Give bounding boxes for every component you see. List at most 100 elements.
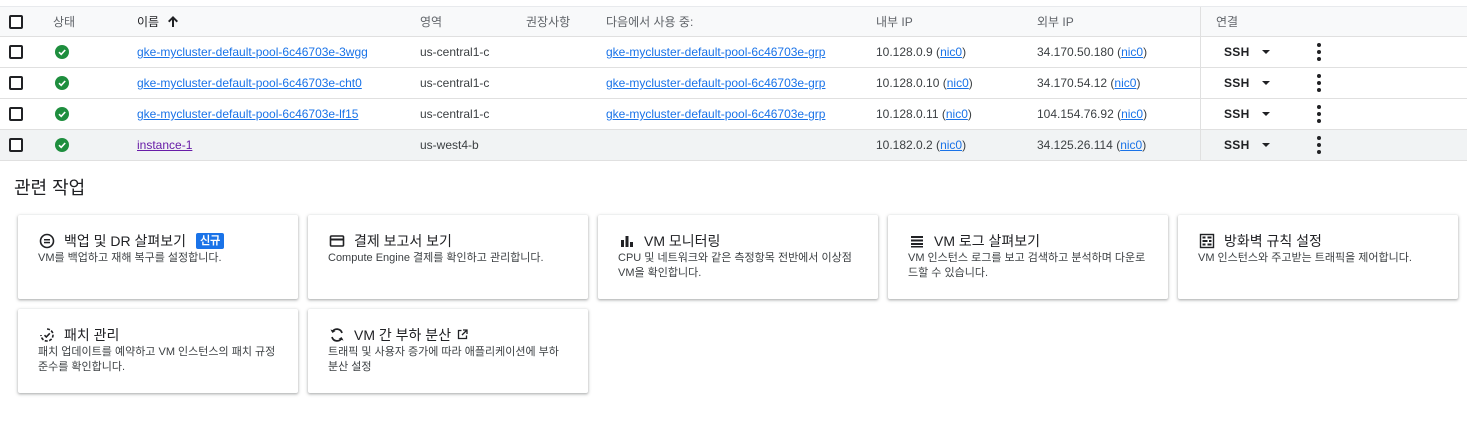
vm-instances-table: 상태 이름 영역 권장사항 다음에서 사용 중: 내부 IP 외부 IP 연결 … xyxy=(0,6,1467,161)
card-title: 백업 및 DR 살펴보기 xyxy=(64,233,187,249)
more-actions-icon[interactable] xyxy=(1317,74,1321,92)
table-row: gke-mycluster-default-pool-6c46703e-lf15… xyxy=(0,99,1467,130)
instance-name-link[interactable]: gke-mycluster-default-pool-6c46703e-3wgg xyxy=(137,45,368,59)
status-ok-icon xyxy=(55,138,69,152)
ssh-button[interactable]: SSH xyxy=(1224,68,1250,98)
billing-icon xyxy=(328,232,346,250)
card-description: VM 인스턴스 로그를 보고 검색하고 분석하며 다운로드할 수 있습니다. xyxy=(908,252,1146,279)
row-checkbox[interactable] xyxy=(9,45,23,59)
table-row: instance-1 us-west4-b 10.182.0.2 (nic0) … xyxy=(0,130,1467,161)
zone-text: us-central1-c xyxy=(420,45,490,59)
column-divider xyxy=(1200,7,1201,36)
internal-ip-text: 10.128.0.10 xyxy=(876,76,940,90)
ssh-button[interactable]: SSH xyxy=(1224,37,1250,67)
row-checkbox[interactable] xyxy=(9,107,23,121)
header-internal-ip[interactable]: 내부 IP xyxy=(876,7,913,36)
external-nic-link[interactable]: nic0 xyxy=(1120,138,1142,152)
card-description: VM를 백업하고 재해 복구를 설정합니다. xyxy=(38,252,222,264)
ssh-button[interactable]: SSH xyxy=(1224,99,1250,129)
card-backup-dr[interactable]: 백업 및 DR 살펴보기 신규 VM를 백업하고 재해 복구를 설정합니다. xyxy=(18,215,298,299)
card-vm-monitoring[interactable]: VM 모니터링 CPU 및 네트워크와 같은 측정항목 전반에서 이상점 VM을… xyxy=(598,215,878,299)
column-divider xyxy=(1200,68,1201,98)
card-description: 패치 업데이트를 예약하고 VM 인스턴스의 패치 규정 준수를 확인합니다. xyxy=(38,346,276,373)
card-billing-report[interactable]: 결제 보고서 보기 Compute Engine 결제를 확인하고 관리합니다. xyxy=(308,215,588,299)
ssh-dropdown-icon[interactable] xyxy=(1262,50,1270,54)
internal-ip-text: 10.182.0.2 xyxy=(876,138,933,152)
table-header-row: 상태 이름 영역 권장사항 다음에서 사용 중: 내부 IP 외부 IP 연결 xyxy=(0,7,1467,37)
external-nic-link[interactable]: nic0 xyxy=(1121,107,1143,121)
column-divider xyxy=(1200,130,1201,160)
card-vm-logs[interactable]: VM 로그 살펴보기 VM 인스턴스 로그를 보고 검색하고 분석하며 다운로드… xyxy=(888,215,1168,299)
header-zone[interactable]: 영역 xyxy=(420,7,442,36)
row-checkbox[interactable] xyxy=(9,138,23,152)
external-nic-link[interactable]: nic0 xyxy=(1114,76,1136,90)
load-balance-icon xyxy=(328,326,346,344)
open-in-new-icon xyxy=(457,327,468,343)
card-description: VM 인스턴스와 주고받는 트래픽을 제어합니다. xyxy=(1198,252,1412,264)
card-patch-management[interactable]: 패치 관리 패치 업데이트를 예약하고 VM 인스턴스의 패치 규정 준수를 확… xyxy=(18,309,298,393)
new-badge: 신규 xyxy=(196,233,225,249)
sort-ascending-icon[interactable] xyxy=(167,15,179,28)
card-load-balancing[interactable]: VM 간 부하 분산 트래픽 및 사용자 증가에 따라 애플리케이션에 부하 분… xyxy=(308,309,588,393)
instance-group-link[interactable]: gke-mycluster-default-pool-6c46703e-grp xyxy=(606,107,825,121)
zone-text: us-west4-b xyxy=(420,138,479,152)
patch-icon xyxy=(38,326,56,344)
card-title: 패치 관리 xyxy=(64,327,120,343)
header-name[interactable]: 이름 xyxy=(137,7,179,36)
more-actions-icon[interactable] xyxy=(1317,105,1321,123)
firewall-icon xyxy=(1198,232,1216,250)
card-description: Compute Engine 결제를 확인하고 관리합니다. xyxy=(328,252,544,264)
card-title: 방화벽 규칙 설정 xyxy=(1224,233,1322,249)
internal-nic-link[interactable]: nic0 xyxy=(947,76,969,90)
zone-text: us-central1-c xyxy=(420,76,490,90)
ssh-dropdown-icon[interactable] xyxy=(1262,81,1270,85)
card-title: VM 로그 살펴보기 xyxy=(934,233,1041,249)
external-ip-text: 34.170.50.180 xyxy=(1037,45,1114,59)
external-ip-text: 34.125.26.114 xyxy=(1037,138,1113,152)
instance-group-link[interactable]: gke-mycluster-default-pool-6c46703e-grp xyxy=(606,45,825,59)
logs-icon xyxy=(908,232,926,250)
status-ok-icon xyxy=(55,76,69,90)
external-ip-text: 104.154.76.92 xyxy=(1037,107,1114,121)
header-external-ip[interactable]: 외부 IP xyxy=(1037,7,1074,36)
header-used-by[interactable]: 다음에서 사용 중: xyxy=(606,7,693,36)
external-nic-link[interactable]: nic0 xyxy=(1121,45,1143,59)
ssh-button[interactable]: SSH xyxy=(1224,130,1250,160)
instance-name-link[interactable]: instance-1 xyxy=(137,138,192,152)
header-recommendation[interactable]: 권장사항 xyxy=(526,7,570,36)
related-actions-title: 관련 작업 xyxy=(14,178,86,198)
table-row: gke-mycluster-default-pool-6c46703e-cht0… xyxy=(0,68,1467,99)
column-divider xyxy=(1200,99,1201,129)
internal-nic-link[interactable]: nic0 xyxy=(940,138,962,152)
internal-ip-text: 10.128.0.11 xyxy=(876,107,939,121)
internal-nic-link[interactable]: nic0 xyxy=(946,107,968,121)
card-firewall-rules[interactable]: 방화벽 규칙 설정 VM 인스턴스와 주고받는 트래픽을 제어합니다. xyxy=(1178,215,1458,299)
internal-nic-link[interactable]: nic0 xyxy=(940,45,962,59)
status-ok-icon xyxy=(55,45,69,59)
select-all-checkbox[interactable] xyxy=(9,14,23,29)
instance-group-link[interactable]: gke-mycluster-default-pool-6c46703e-grp xyxy=(606,76,825,90)
header-connect: 연결 xyxy=(1216,15,1239,29)
card-title: VM 모니터링 xyxy=(644,233,721,249)
external-ip-text: 34.170.54.12 xyxy=(1037,76,1108,90)
column-divider xyxy=(1200,37,1201,67)
internal-ip-text: 10.128.0.9 xyxy=(876,45,933,59)
header-name-label: 이름 xyxy=(137,15,160,29)
ssh-dropdown-icon[interactable] xyxy=(1262,143,1270,147)
zone-text: us-central1-c xyxy=(420,107,490,121)
card-title: 결제 보고서 보기 xyxy=(354,233,452,249)
card-description: CPU 및 네트워크와 같은 측정항목 전반에서 이상점 VM을 확인합니다. xyxy=(618,252,852,279)
table-row: gke-mycluster-default-pool-6c46703e-3wgg… xyxy=(0,37,1467,68)
card-description: 트래픽 및 사용자 증가에 따라 애플리케이션에 부하 분산 설정 xyxy=(328,346,559,373)
header-status[interactable]: 상태 xyxy=(53,7,75,36)
bar-chart-icon xyxy=(618,232,636,250)
more-actions-icon[interactable] xyxy=(1317,136,1321,154)
backup-icon xyxy=(38,232,56,250)
more-actions-icon[interactable] xyxy=(1317,43,1321,61)
status-ok-icon xyxy=(55,107,69,121)
card-title: VM 간 부하 분산 xyxy=(354,327,452,343)
instance-name-link[interactable]: gke-mycluster-default-pool-6c46703e-lf15 xyxy=(137,107,358,121)
ssh-dropdown-icon[interactable] xyxy=(1262,112,1270,116)
row-checkbox[interactable] xyxy=(9,76,23,90)
instance-name-link[interactable]: gke-mycluster-default-pool-6c46703e-cht0 xyxy=(137,76,362,90)
